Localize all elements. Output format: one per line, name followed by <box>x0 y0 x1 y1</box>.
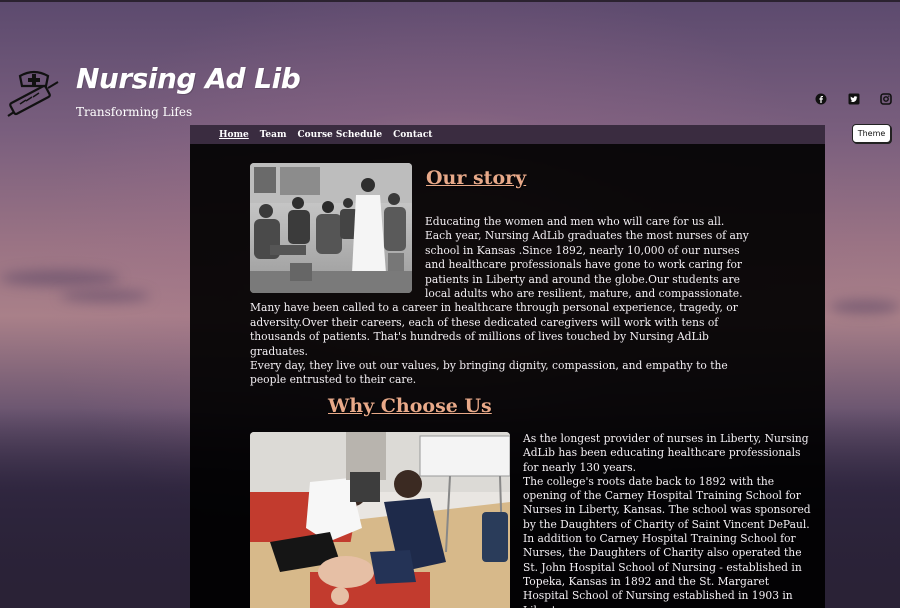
story-text: Educating the women and men who will car… <box>250 215 750 388</box>
image-float-spacer <box>250 215 425 293</box>
cpr-training-photo <box>250 432 510 608</box>
nav-contact[interactable]: Contact <box>393 130 432 140</box>
story-paragraph: Every day, they live out our values, by … <box>250 359 728 387</box>
why-paragraph: The college's roots date back to 1892 wi… <box>523 474 811 608</box>
window-top-border <box>0 0 900 2</box>
instagram-icon[interactable] <box>880 93 892 105</box>
twitter-icon[interactable] <box>848 93 860 105</box>
cloud <box>0 270 120 286</box>
nursing-logo-icon[interactable] <box>6 66 62 120</box>
main-navbar: Home Team Course Schedule Contact <box>190 125 825 144</box>
story-heading: Our story <box>426 167 527 189</box>
why-text: As the longest provider of nurses in Lib… <box>523 432 813 608</box>
facebook-icon[interactable] <box>815 93 827 105</box>
nav-home[interactable]: Home <box>219 130 249 140</box>
theme-toggle-button[interactable]: Theme <box>852 124 891 143</box>
site-tagline: Transforming Lifes <box>76 105 193 119</box>
nav-team[interactable]: Team <box>260 130 287 140</box>
nav-course-schedule[interactable]: Course Schedule <box>298 130 383 140</box>
site-title[interactable]: Nursing Ad Lib <box>76 62 301 95</box>
why-paragraph: As the longest provider of nurses in Lib… <box>523 432 809 474</box>
cloud <box>830 300 900 314</box>
main-content-panel: Home Team Course Schedule Contact Our st… <box>190 125 825 608</box>
why-heading: Why Choose Us <box>328 395 492 417</box>
cloud <box>60 290 150 302</box>
